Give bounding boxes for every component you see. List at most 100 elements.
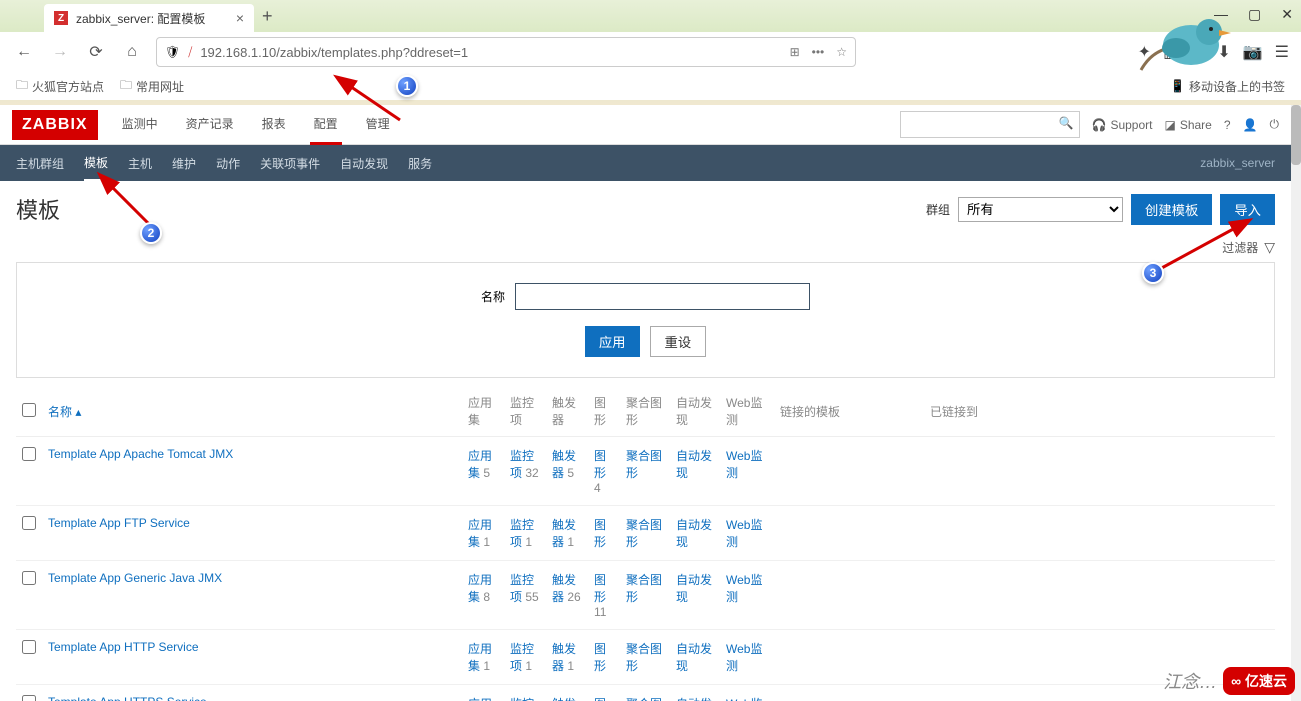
template-name-link[interactable]: Template App Apache Tomcat JMX (48, 447, 233, 461)
import-button[interactable]: 导入 (1220, 194, 1275, 225)
tab-title: zabbix_server: 配置模板 (76, 10, 228, 27)
nav-admin[interactable]: 管理 (362, 105, 394, 145)
row-checkbox[interactable] (22, 516, 36, 530)
graphs-link[interactable]: 图形 (594, 449, 606, 480)
filter-icon[interactable]: ▽ (1264, 239, 1275, 256)
tab-favicon: Z (54, 11, 68, 25)
subnav-services[interactable]: 服务 (408, 147, 432, 180)
subnav-actions[interactable]: 动作 (216, 147, 240, 180)
bookmark-firefox[interactable]: 🗀 火狐官方站点 (16, 76, 104, 97)
scrollbar-thumb[interactable] (1291, 105, 1301, 165)
template-name-link[interactable]: Template App FTP Service (48, 516, 190, 530)
nav-config[interactable]: 配置 (310, 105, 342, 145)
subnav-maintenance[interactable]: 维护 (172, 147, 196, 180)
filter-label[interactable]: 过滤器 (1222, 239, 1258, 256)
group-select[interactable]: 所有 (958, 197, 1123, 222)
help-icon[interactable]: ? (1224, 118, 1231, 132)
close-window-icon[interactable]: ✕ (1281, 6, 1293, 23)
discovery-link[interactable]: 自动发现 (676, 573, 712, 604)
subnav-templates[interactable]: 模板 (84, 146, 108, 181)
support-link[interactable]: 🎧 Support (1092, 118, 1153, 132)
bookmark-star-icon[interactable]: ☆ (836, 45, 847, 59)
screens-link[interactable]: 聚合图形 (626, 642, 662, 673)
row-checkbox[interactable] (22, 447, 36, 461)
nav-inventory[interactable]: 资产记录 (182, 105, 238, 145)
share-link[interactable]: ◪ Share (1164, 118, 1211, 132)
insecure-icon[interactable]: ⧸ (188, 45, 192, 60)
maximize-icon[interactable]: ▢ (1248, 6, 1261, 23)
page-title-row: 模板 群组 所有 创建模板 导入 (0, 181, 1291, 237)
filter-name-input[interactable] (515, 283, 810, 310)
bird-decoration (1121, 0, 1241, 80)
row-checkbox[interactable] (22, 695, 36, 701)
apply-button[interactable]: 应用 (585, 326, 640, 357)
reset-button[interactable]: 重设 (650, 326, 707, 357)
reload-button[interactable]: ⟳ (84, 40, 108, 64)
triggers-link[interactable]: 触发器 (552, 697, 576, 701)
shield-icon[interactable]: 🛡 (165, 45, 180, 59)
search-icon[interactable]: 🔍 (1059, 116, 1074, 130)
subnav-hosts[interactable]: 主机 (128, 147, 152, 180)
create-template-button[interactable]: 创建模板 (1131, 194, 1212, 225)
graphs-link[interactable]: 图形 (594, 518, 606, 549)
tab-close-icon[interactable]: × (236, 10, 244, 26)
subnav-discovery[interactable]: 自动发现 (340, 147, 388, 180)
home-button[interactable]: ⌂ (120, 40, 144, 64)
bookmark-label: 火狐官方站点 (32, 78, 104, 95)
subnav-correlation[interactable]: 关联项事件 (260, 147, 320, 180)
screens-link[interactable]: 聚合图形 (626, 573, 662, 604)
new-tab-button[interactable]: + (254, 6, 281, 27)
subnav-hostgroups[interactable]: 主机群组 (16, 147, 64, 180)
graphs-link[interactable]: 图形 (594, 642, 606, 673)
discovery-link[interactable]: 自动发现 (676, 449, 712, 480)
screens-link[interactable]: 聚合图形 (626, 697, 662, 701)
template-name-link[interactable]: Template App HTTP Service (48, 640, 199, 654)
url-bar[interactable]: 🛡 ⧸ 192.168.1.10/zabbix/templates.php?dd… (156, 37, 856, 67)
web-link[interactable]: Web监测 (726, 449, 762, 480)
watermark-text: 江念… (1163, 668, 1217, 694)
col-linked-to: 已链接到 (924, 386, 1275, 437)
row-checkbox[interactable] (22, 640, 36, 654)
more-icon[interactable]: ••• (812, 45, 825, 59)
screenshot-icon[interactable]: 📷 (1243, 42, 1263, 62)
logout-icon[interactable]: ⏻ (1270, 117, 1280, 132)
bookmark-label: 常用网址 (136, 78, 184, 95)
col-name[interactable]: 名称 ▴ (42, 386, 462, 437)
template-name-link[interactable]: Template App HTTPS Service (48, 695, 207, 701)
templates-table: 名称 ▴ 应用集 监控项 触发器 图形 聚合图形 自动发现 Web监测 链接的模… (16, 386, 1275, 701)
bookmark-common[interactable]: 🗀 常用网址 (120, 76, 184, 97)
discovery-link[interactable]: 自动发现 (676, 642, 712, 673)
discovery-link[interactable]: 自动发现 (676, 518, 712, 549)
web-link[interactable]: Web监测 (726, 697, 762, 701)
nav-monitoring[interactable]: 监测中 (118, 105, 162, 145)
browser-tab[interactable]: Z zabbix_server: 配置模板 × (44, 4, 254, 32)
web-link[interactable]: Web监测 (726, 573, 762, 604)
web-link[interactable]: Web监测 (726, 642, 762, 673)
table-row: Template App HTTP Service应用集 1监控项 1触发器 1… (16, 630, 1275, 685)
tab-bar: Z zabbix_server: 配置模板 × + — ▢ ✕ (0, 0, 1301, 32)
graphs-link[interactable]: 图形 (594, 697, 606, 701)
scrollbar[interactable] (1291, 105, 1301, 701)
graphs-link[interactable]: 图形 (594, 573, 606, 604)
template-name-link[interactable]: Template App Generic Java JMX (48, 571, 222, 585)
bookmark-mobile[interactable]: 📱 移动设备上的书签 (1170, 78, 1285, 95)
screens-link[interactable]: 聚合图形 (626, 449, 662, 480)
zabbix-logo[interactable]: ZABBIX (12, 110, 98, 140)
screens-link[interactable]: 聚合图形 (626, 518, 662, 549)
row-checkbox[interactable] (22, 571, 36, 585)
forward-button[interactable]: → (48, 40, 72, 64)
menu-icon[interactable]: ☰ (1275, 42, 1289, 62)
col-linked-tpl: 链接的模板 (774, 386, 924, 437)
qr-icon[interactable]: ⊞ (790, 45, 800, 59)
apps-link[interactable]: 应用集 (468, 697, 492, 701)
filter-name-label: 名称 (481, 288, 505, 305)
search-input[interactable] (900, 111, 1080, 138)
select-all-checkbox[interactable] (22, 403, 36, 417)
items-link[interactable]: 监控项 (510, 697, 534, 701)
discovery-link[interactable]: 自动发现 (676, 697, 712, 701)
nav-reports[interactable]: 报表 (258, 105, 290, 145)
back-button[interactable]: ← (12, 40, 36, 64)
watermark-logo: ∞ 亿速云 (1223, 667, 1295, 695)
user-icon[interactable]: 👤 (1243, 118, 1258, 132)
web-link[interactable]: Web监测 (726, 518, 762, 549)
